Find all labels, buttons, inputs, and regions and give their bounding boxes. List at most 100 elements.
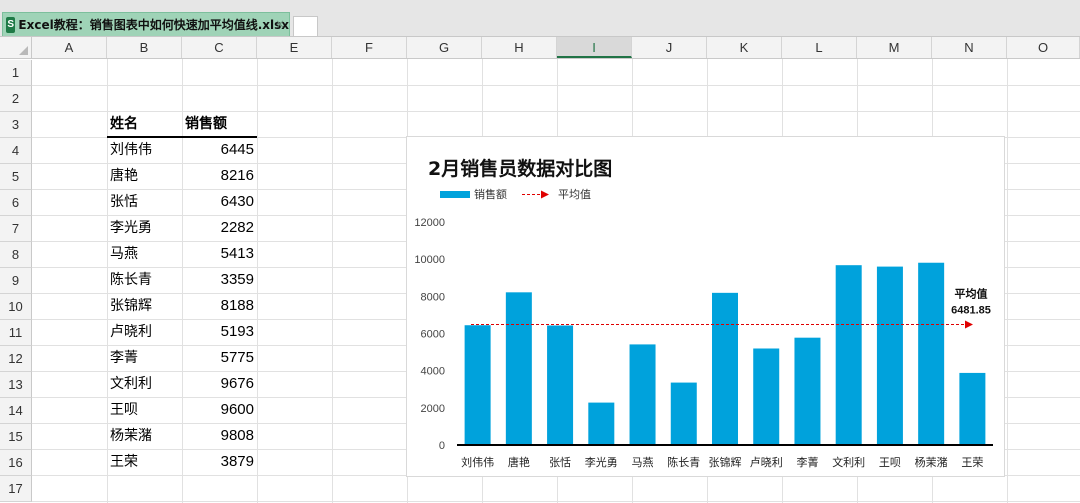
column-header-f[interactable]: F: [332, 37, 407, 58]
row-header-12[interactable]: 12: [0, 346, 32, 372]
column-header-k[interactable]: K: [707, 37, 782, 58]
amount-cell[interactable]: 8188: [182, 293, 254, 319]
name-cell[interactable]: 唐艳: [110, 163, 138, 189]
row-header-9[interactable]: 9: [0, 268, 32, 294]
name-cell[interactable]: 李光勇: [110, 215, 152, 241]
column-header-c[interactable]: C: [182, 37, 257, 58]
x-tick-label: 文利利: [832, 455, 865, 469]
row-header-16[interactable]: 16: [0, 450, 32, 476]
name-cell[interactable]: 李菁: [110, 345, 138, 371]
column-header-bar: A B C E F G H I J K L M N O: [0, 37, 1080, 59]
column-header-a[interactable]: A: [32, 37, 107, 58]
amount-cell[interactable]: 8216: [182, 163, 254, 189]
bar: [753, 348, 780, 445]
row-header-6[interactable]: 6: [0, 190, 32, 216]
amount-cell[interactable]: 5775: [182, 345, 254, 371]
name-cell[interactable]: 刘伟伟: [110, 137, 152, 163]
row-header-8[interactable]: 8: [0, 242, 32, 268]
bar: [547, 325, 574, 445]
column-header-e[interactable]: E: [257, 37, 332, 58]
row-header-14[interactable]: 14: [0, 398, 32, 424]
bar: [629, 344, 656, 445]
bar: [835, 265, 862, 445]
name-cell[interactable]: 杨茉潴: [110, 423, 152, 449]
name-cell[interactable]: 马燕: [110, 241, 138, 267]
row-header-17[interactable]: 17: [0, 476, 32, 502]
row-header-15[interactable]: 15: [0, 424, 32, 450]
name-cell[interactable]: 王呗: [110, 397, 138, 423]
grid-line: [1007, 59, 1008, 503]
header-cell-name[interactable]: 姓名: [110, 111, 138, 137]
name-cell[interactable]: 张恬: [110, 189, 138, 215]
name-cell[interactable]: 文利利: [110, 371, 152, 397]
file-tab-label: Excel教程：销售图表中如何快速加平均值线.xlsx: [18, 18, 289, 32]
column-header-h[interactable]: H: [482, 37, 557, 58]
new-tab-button[interactable]: [293, 16, 318, 36]
y-tick-label: 4000: [421, 366, 445, 378]
row-header-1[interactable]: 1: [0, 60, 32, 86]
row-header-3[interactable]: 3: [0, 112, 32, 138]
y-tick-label: 12000: [414, 217, 445, 229]
grid-line: [107, 59, 108, 503]
grid-line: [32, 501, 1080, 502]
column-header-n[interactable]: N: [932, 37, 1007, 58]
column-header-o[interactable]: O: [1007, 37, 1080, 58]
amount-cell[interactable]: 9676: [182, 371, 254, 397]
row-header-2[interactable]: 2: [0, 86, 32, 112]
y-tick-label: 10000: [414, 254, 445, 266]
name-cell[interactable]: 陈长青: [110, 267, 152, 293]
average-label-title: 平均值: [955, 287, 988, 301]
row-header-10[interactable]: 10: [0, 294, 32, 320]
column-header-i[interactable]: I: [557, 37, 632, 58]
column-header-g[interactable]: G: [407, 37, 482, 58]
column-header-l[interactable]: L: [782, 37, 857, 58]
amount-cell[interactable]: 5193: [182, 319, 254, 345]
column-header-j[interactable]: J: [632, 37, 707, 58]
row-header-4[interactable]: 4: [0, 138, 32, 164]
column-header-m[interactable]: M: [857, 37, 932, 58]
legend-average-label: 平均值: [558, 188, 591, 201]
bar: [505, 292, 532, 445]
amount-cell[interactable]: 3879: [182, 449, 254, 475]
x-tick-label: 杨茉潴: [915, 455, 948, 469]
file-tab[interactable]: S Excel教程：销售图表中如何快速加平均值线.xlsx ×: [2, 12, 290, 36]
amount-cell[interactable]: 9600: [182, 397, 254, 423]
amount-cell[interactable]: 3359: [182, 267, 254, 293]
amount-cell[interactable]: 9808: [182, 423, 254, 449]
grid-line: [32, 85, 1080, 86]
bar: [959, 372, 986, 445]
select-all-corner[interactable]: [0, 37, 32, 58]
amount-cell[interactable]: 2282: [182, 215, 254, 241]
row-header-13[interactable]: 13: [0, 372, 32, 398]
select-all-icon: [19, 46, 28, 55]
average-label-value: 6481.85: [951, 305, 991, 317]
name-cell[interactable]: 卢晓利: [110, 319, 152, 345]
tab-bar: S Excel教程：销售图表中如何快速加平均值线.xlsx ×: [0, 0, 1080, 37]
y-tick-label: 0: [439, 440, 445, 452]
bar: [712, 292, 738, 445]
row-header-7[interactable]: 7: [0, 216, 32, 242]
x-tick-label: 李菁: [796, 455, 818, 469]
spreadsheet-file-icon: S: [6, 16, 16, 33]
x-tick-label: 张锦辉: [709, 455, 742, 469]
name-cell[interactable]: 王荣: [110, 449, 138, 475]
bar: [670, 382, 697, 445]
row-header-11[interactable]: 11: [0, 320, 32, 346]
y-tick-label: 8000: [421, 291, 445, 303]
bar: [588, 402, 615, 445]
column-header-b[interactable]: B: [107, 37, 182, 58]
x-tick-label: 张恬: [549, 456, 571, 469]
x-tick-label: 陈长青: [667, 455, 700, 469]
close-tab-icon[interactable]: ×: [275, 17, 285, 31]
header-cell-amount[interactable]: 销售额: [185, 111, 227, 137]
amount-cell[interactable]: 5413: [182, 241, 254, 267]
amount-cell[interactable]: 6430: [182, 189, 254, 215]
name-cell[interactable]: 张锦辉: [110, 293, 152, 319]
y-tick-label: 6000: [421, 329, 445, 341]
amount-cell[interactable]: 6445: [182, 137, 254, 163]
grid-line: [257, 59, 258, 503]
x-tick-label: 王荣: [961, 456, 983, 469]
x-tick-label: 唐艳: [508, 455, 530, 469]
sales-chart[interactable]: 2月销售员数据对比图 销售额 平均值 0 2000 4000 6000 8000 1000…: [406, 136, 1005, 477]
row-header-5[interactable]: 5: [0, 164, 32, 190]
